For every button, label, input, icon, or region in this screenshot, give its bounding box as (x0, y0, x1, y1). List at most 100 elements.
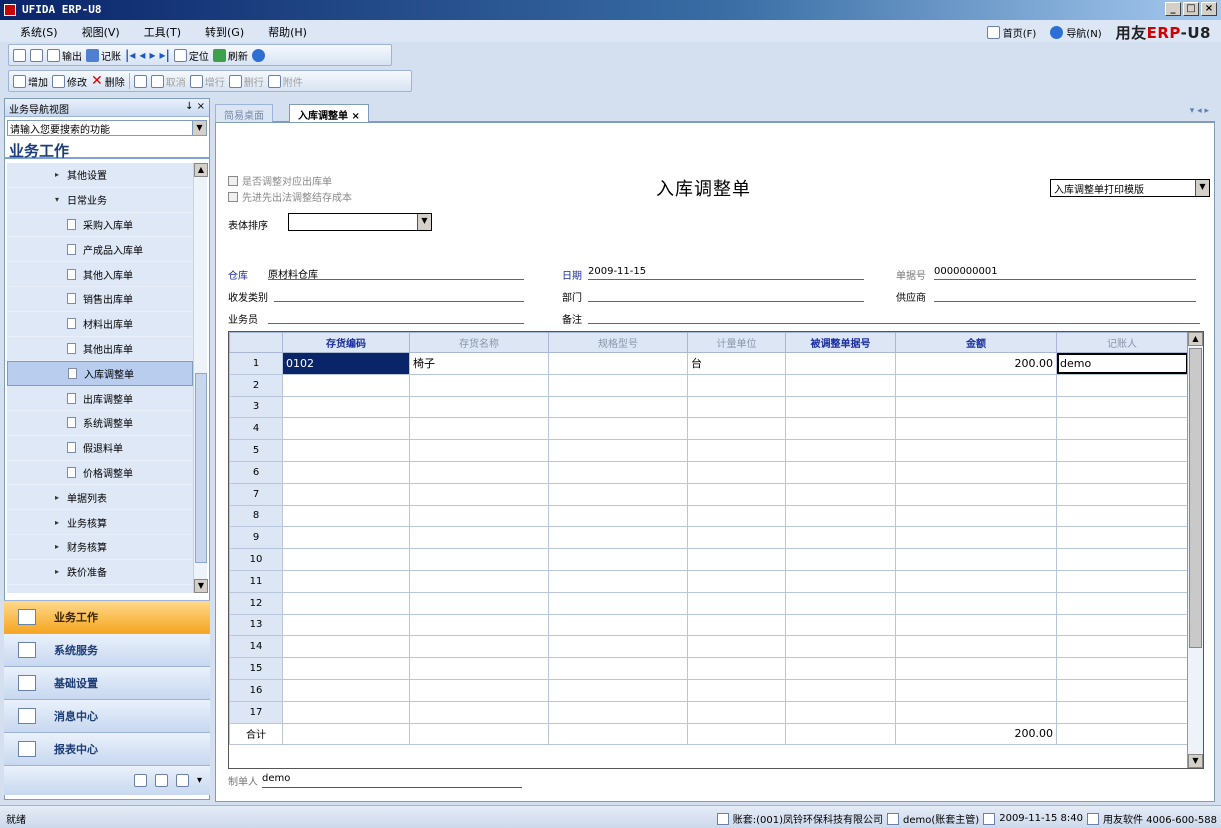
grid-cell[interactable] (409, 591, 549, 615)
overflow-chevron-icon[interactable]: ▾ (197, 775, 202, 786)
grid-cell[interactable] (785, 635, 896, 659)
grid-cell[interactable] (687, 700, 786, 724)
grid-cell[interactable] (785, 417, 896, 441)
table-row[interactable]: 11 (229, 569, 1188, 593)
nav-item[interactable]: 入库调整单 (7, 361, 193, 387)
grid-cell[interactable] (1056, 613, 1188, 637)
delete-row-button[interactable]: 删行 (228, 74, 264, 89)
sort-select[interactable]: ▼ (288, 213, 432, 231)
grid-cell[interactable] (785, 373, 896, 397)
grid-cell[interactable] (895, 678, 1057, 702)
grid-cell[interactable] (282, 460, 410, 484)
grid-cell[interactable] (409, 635, 549, 659)
menu-view[interactable]: 视图(V) (70, 24, 132, 40)
grid-cell[interactable] (282, 548, 410, 571)
nav-item[interactable]: ▾ 日常业务 (7, 188, 193, 213)
grid-cell[interactable] (785, 613, 896, 637)
attachment-button[interactable]: 附件 (267, 74, 303, 89)
grid-cell[interactable]: 台 (687, 352, 786, 375)
grid-cell[interactable] (1056, 548, 1188, 571)
column-header[interactable]: 存货编码 (282, 332, 410, 353)
preview-button[interactable] (30, 48, 43, 62)
grid-cell[interactable] (548, 395, 688, 419)
grid-cell[interactable] (895, 700, 1057, 724)
table-row[interactable]: 13 (229, 613, 1188, 637)
last-record-button[interactable]: ▸| (159, 48, 169, 62)
nav-item[interactable]: 产成品入库单 (7, 237, 193, 263)
grid-cell[interactable] (785, 548, 896, 571)
nav-item[interactable]: 假退料单 (7, 436, 193, 461)
nav-item[interactable]: 销售出库单 (7, 287, 193, 312)
grid-cell[interactable] (548, 678, 688, 702)
close-window-button[interactable]: × (1201, 2, 1217, 16)
grid-cell[interactable] (895, 635, 1057, 659)
column-header[interactable]: 规格型号 (548, 332, 688, 353)
tab-close-icon[interactable]: × (351, 111, 359, 122)
grid-cell[interactable] (895, 569, 1057, 593)
column-header[interactable]: 金额 (895, 332, 1057, 353)
tab-nav-controls[interactable]: ▾ ◂ ▸ (1190, 106, 1209, 116)
scroll-down-icon[interactable]: ▼ (1188, 754, 1203, 768)
fifo-adjust-checkbox[interactable]: 先进先出法调整结存成本 (228, 189, 352, 204)
table-row[interactable]: 8 (229, 504, 1188, 528)
grid-cell[interactable] (1056, 700, 1188, 724)
grid-cell[interactable] (1056, 395, 1188, 419)
grid-cell[interactable] (409, 613, 549, 637)
grid-cell[interactable] (687, 569, 786, 593)
grid-cell[interactable] (1056, 504, 1188, 528)
grid-cell[interactable] (548, 352, 688, 375)
grid-cell[interactable] (409, 482, 549, 506)
scroll-thumb[interactable] (195, 373, 207, 563)
grid-cell[interactable] (687, 417, 786, 441)
grid-cell[interactable] (895, 417, 1057, 441)
grid-cell[interactable] (687, 635, 786, 659)
nav-item[interactable]: ▸ 业务核算 (7, 510, 193, 535)
column-header[interactable]: 计量单位 (687, 332, 786, 353)
grid-cell[interactable]: demo (1056, 352, 1188, 375)
grid-cell[interactable] (687, 591, 786, 615)
grid-cell[interactable] (282, 657, 410, 680)
grid-cell[interactable] (409, 417, 549, 441)
add-row-button[interactable]: 增行 (189, 74, 225, 89)
grid-cell[interactable] (1056, 569, 1188, 593)
grid-cell[interactable] (1056, 657, 1188, 680)
table-row[interactable]: 17 (229, 700, 1188, 724)
configure-icon[interactable] (175, 774, 189, 787)
grid-cell[interactable] (409, 569, 549, 593)
refresh-button[interactable]: 刷新 (212, 48, 248, 63)
grid-cell[interactable] (1056, 417, 1188, 441)
prev-record-button[interactable]: ◂ (139, 48, 145, 62)
adjust-outbound-checkbox[interactable]: 是否调整对应出库单 (228, 173, 332, 188)
chevron-down-icon[interactable]: ▼ (192, 121, 206, 135)
scroll-up-icon[interactable]: ▲ (1188, 332, 1203, 346)
grid-cell[interactable] (1056, 635, 1188, 659)
grid-cell[interactable] (785, 460, 896, 484)
grid-scrollbar[interactable]: ▲ ▼ (1187, 332, 1203, 768)
checkbox-box[interactable] (228, 191, 238, 202)
nav-item[interactable]: 系统调整单 (7, 411, 193, 436)
grid-cell[interactable] (409, 439, 549, 462)
table-row[interactable]: 9 (229, 526, 1188, 550)
grid-cell[interactable] (895, 439, 1057, 462)
table-row[interactable]: 14 (229, 635, 1188, 659)
minimize-button[interactable]: _ (1165, 2, 1181, 16)
grid-cell[interactable] (409, 678, 549, 702)
grid-cell[interactable] (785, 569, 896, 593)
help-button[interactable] (251, 48, 265, 62)
nav-item[interactable]: 材料出库单 (7, 312, 193, 337)
grid-cell[interactable] (1056, 373, 1188, 397)
grid-cell[interactable] (1056, 526, 1188, 550)
table-row[interactable]: 6 (229, 460, 1188, 484)
grid-cell[interactable] (548, 482, 688, 506)
grid-cell[interactable]: 200.00 (895, 352, 1057, 375)
date-field[interactable]: 2009-11-15 (588, 266, 864, 280)
grid-cell[interactable] (282, 439, 410, 462)
menu-tools[interactable]: 工具(T) (132, 24, 193, 40)
grid-cell[interactable] (895, 395, 1057, 419)
grid-cell[interactable] (1056, 482, 1188, 506)
grid-cell[interactable] (785, 439, 896, 462)
grid-cell[interactable] (548, 613, 688, 637)
nav-item[interactable]: 价格调整单 (7, 461, 193, 486)
module-basic-settings[interactable]: 基础设置 (4, 666, 210, 699)
output-button[interactable]: 输出 (47, 48, 82, 63)
